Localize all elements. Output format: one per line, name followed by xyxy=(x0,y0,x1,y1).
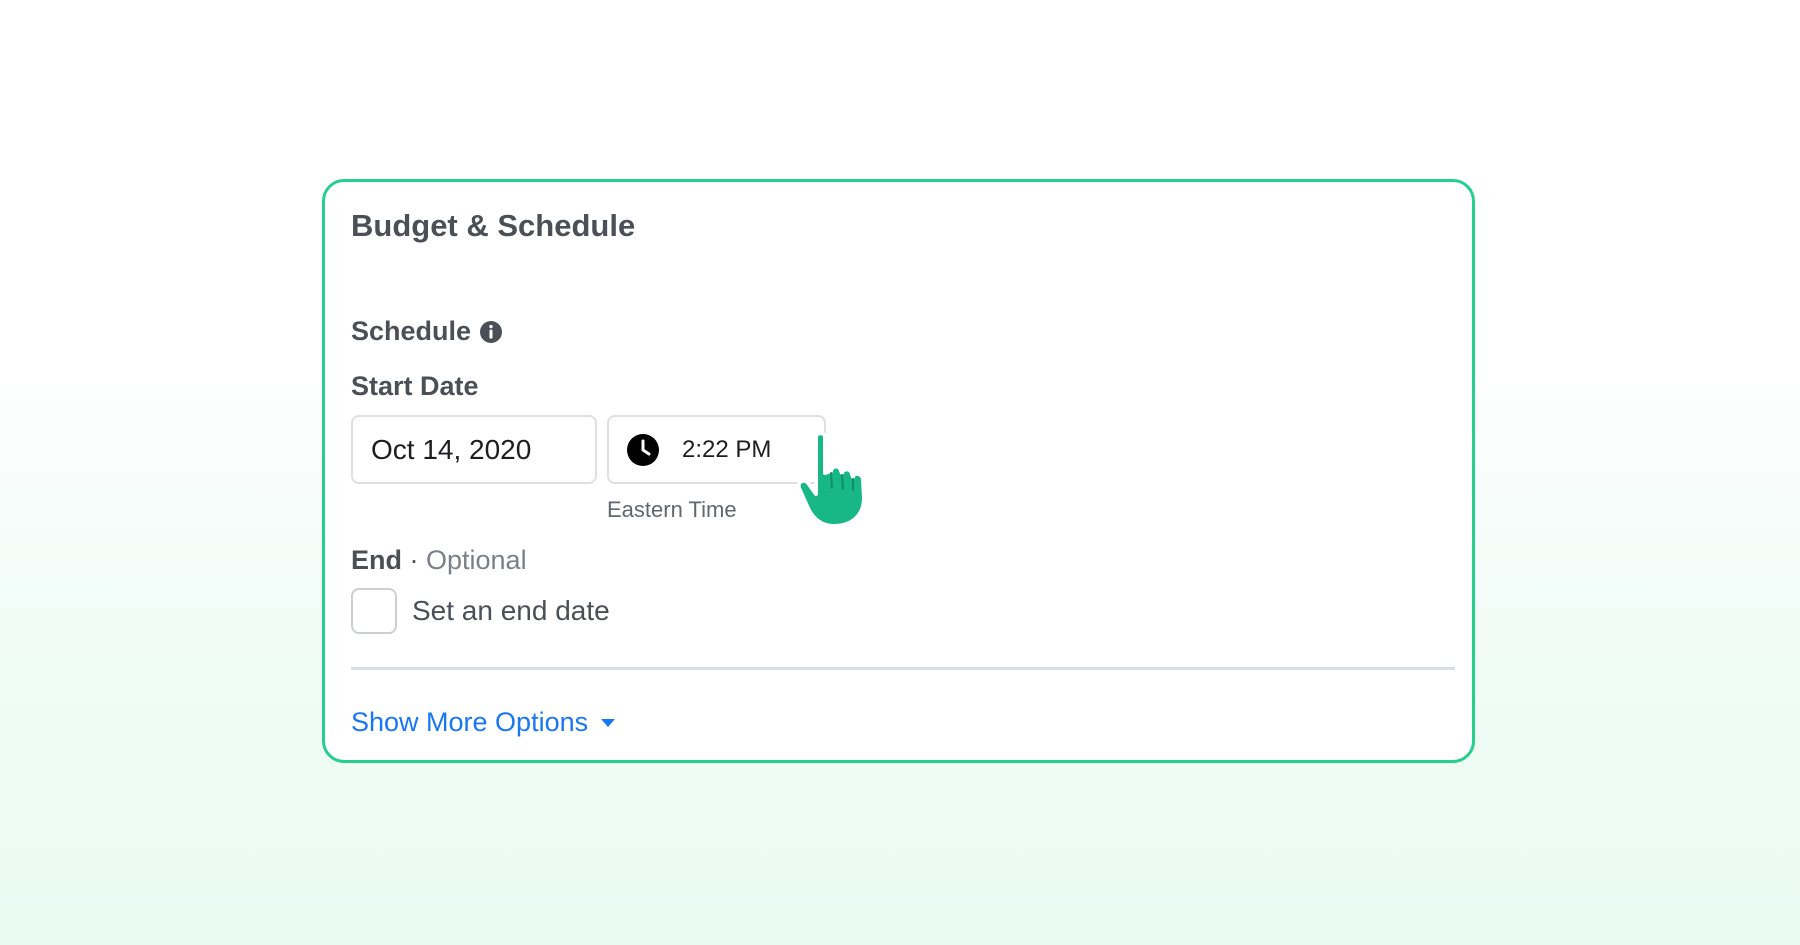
timezone-label: Eastern Time xyxy=(607,497,737,522)
end-separator: · xyxy=(402,545,426,575)
start-date-value: Oct 14, 2020 xyxy=(371,433,532,465)
card-title: Budget & Schedule xyxy=(351,208,636,243)
start-date-label: Start Date xyxy=(351,371,479,401)
divider xyxy=(351,667,1455,670)
end-date-option[interactable]: Set an end date xyxy=(351,588,610,634)
hand-pointer-icon xyxy=(787,428,879,528)
end-date-checkbox-label[interactable]: Set an end date xyxy=(412,595,610,627)
end-date-checkbox[interactable] xyxy=(351,588,397,634)
start-time-value: 2:22 PM xyxy=(682,435,772,463)
end-label: End xyxy=(351,545,402,575)
show-more-options-label[interactable]: Show More Options xyxy=(351,707,588,738)
optional-label: Optional xyxy=(426,545,527,575)
clock-icon xyxy=(626,433,660,467)
caret-down-icon xyxy=(600,718,616,728)
info-icon[interactable] xyxy=(479,320,503,344)
start-date-input[interactable]: Oct 14, 2020 xyxy=(351,415,597,484)
schedule-label: Schedule xyxy=(351,316,472,346)
show-more-options-link[interactable]: Show More Options xyxy=(351,707,616,738)
budget-schedule-card: Budget & Schedule Schedule Start Date Oc… xyxy=(322,179,1475,763)
schedule-heading: Schedule xyxy=(351,316,503,347)
end-heading: End · Optional xyxy=(351,545,527,576)
